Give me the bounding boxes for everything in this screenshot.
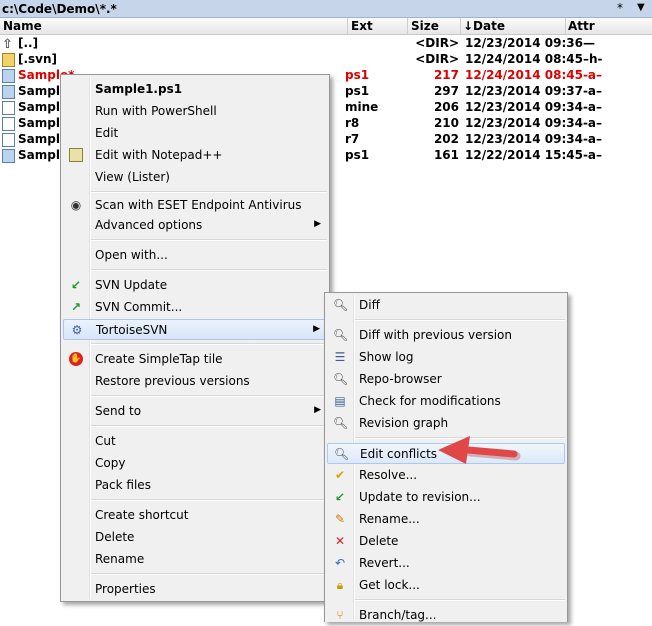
column-ext[interactable]: Ext xyxy=(351,19,373,33)
ps1-file-icon xyxy=(2,149,15,163)
update-revision-icon: ↙ xyxy=(334,490,346,504)
menu-item-properties[interactable]: Properties xyxy=(63,579,327,600)
submenu-arrow-icon: ▶ xyxy=(314,405,321,415)
filter-star[interactable]: * xyxy=(617,1,623,15)
menu-item-advanced-options[interactable]: Advanced options ▶ xyxy=(63,215,327,236)
menu-item-rename[interactable]: Rename xyxy=(63,549,327,570)
annotation-arrow-icon xyxy=(438,436,521,464)
menu-item-create-shortcut[interactable]: Create shortcut xyxy=(63,505,327,526)
column-header: Name Ext Size ↓Date Attr xyxy=(0,18,652,35)
submenu-item-show-log[interactable]: ☰ Show log xyxy=(327,347,565,368)
submenu-item-branch-tag[interactable]: ⑂ Branch/tag... xyxy=(327,605,565,626)
menu-item-send-to[interactable]: Send to ▶ xyxy=(63,401,327,422)
submenu-arrow-icon: ▶ xyxy=(313,324,320,334)
submenu-item-diff[interactable]: 🔍︎ Diff xyxy=(327,295,565,316)
rename-icon: ✎ xyxy=(334,512,346,526)
current-path: c:\Code\Demo\*.* xyxy=(2,2,117,16)
menu-item-eset-scan[interactable]: ◉ Scan with ESET Endpoint Antivirus xyxy=(63,195,327,216)
submenu-item-repo-browser[interactable]: 🔍︎ Repo-browser xyxy=(327,369,565,390)
submenu-item-get-lock[interactable]: 🔒︎ Get lock... xyxy=(327,575,565,596)
menu-item-filename[interactable]: Sample1.ps1 xyxy=(63,79,327,100)
path-bar[interactable]: c:\Code\Demo\*.* * ▼ xyxy=(0,0,652,18)
ps1-file-icon xyxy=(2,69,15,83)
revision-graph-icon: 🔍︎ xyxy=(333,416,349,430)
revert-icon: ↶ xyxy=(334,556,346,570)
svn-commit-icon: ↗ xyxy=(70,300,82,314)
file-icon xyxy=(2,117,15,131)
submenu-item-delete[interactable]: ✕ Delete xyxy=(327,531,565,552)
submenu-item-check-modifications[interactable]: ▤ Check for modifications xyxy=(327,391,565,412)
menu-item-svn-commit[interactable]: ↗ SVN Commit... xyxy=(63,297,327,318)
submenu-item-revert[interactable]: ↶ Revert... xyxy=(327,553,565,574)
column-size[interactable]: Size xyxy=(411,19,439,33)
menu-item-run-powershell[interactable]: Run with PowerShell xyxy=(63,101,327,122)
menu-item-edit[interactable]: Edit xyxy=(63,123,327,144)
lock-icon: 🔒︎ xyxy=(336,578,344,592)
menu-item-delete[interactable]: Delete xyxy=(63,527,327,548)
submenu-item-update-revision[interactable]: ↙ Update to revision... xyxy=(327,487,565,508)
repo-browser-icon: 🔍︎ xyxy=(333,372,349,386)
menu-item-tortoisesvn[interactable]: ⚙ TortoiseSVN ▶ xyxy=(63,319,327,340)
tortoise-icon: ⚙ xyxy=(71,323,83,337)
notepad-icon xyxy=(69,148,83,162)
check-mod-icon: ▤ xyxy=(334,394,346,408)
history-dropdown-icon[interactable]: ▼ xyxy=(637,2,645,13)
resolve-icon: ✔ xyxy=(334,468,346,482)
up-arrow-icon: ⇧ xyxy=(2,37,13,52)
menu-item-pack-files[interactable]: Pack files xyxy=(63,475,327,496)
file-row[interactable]: [.svn] <DIR> 12/24/2014 08:45–h- xyxy=(0,52,652,68)
submenu-item-diff-previous[interactable]: 🔍︎ Diff with previous version xyxy=(327,325,565,346)
diff-prev-icon: 🔍︎ xyxy=(333,328,349,342)
context-menu: Sample1.ps1 Run with PowerShell Edit Edi… xyxy=(60,74,330,602)
menu-item-simpletap[interactable]: ✋ Create SimpleTap tile xyxy=(63,349,327,370)
file-icon xyxy=(2,101,15,115)
column-date[interactable]: ↓Date xyxy=(463,19,505,33)
submenu-arrow-icon: ▶ xyxy=(314,219,321,229)
menu-item-copy[interactable]: Copy xyxy=(63,453,327,474)
menu-item-svn-update[interactable]: ↙ SVN Update xyxy=(63,275,327,296)
menu-item-restore-versions[interactable]: Restore previous versions xyxy=(63,371,327,392)
menu-item-edit-notepad[interactable]: Edit with Notepad++ xyxy=(63,145,327,166)
edit-conflicts-icon: 🔍︎ xyxy=(334,447,350,461)
ps1-file-icon xyxy=(2,85,15,99)
menu-item-cut[interactable]: Cut xyxy=(63,431,327,452)
menu-item-open-with[interactable]: Open with... xyxy=(63,245,327,266)
svn-update-icon: ↙ xyxy=(70,278,82,292)
file-row[interactable]: ⇧ [..] <DIR> 12/23/2014 09:36— xyxy=(0,36,652,52)
eset-icon: ◉ xyxy=(70,198,82,212)
submenu-item-rename[interactable]: ✎ Rename... xyxy=(327,509,565,530)
menu-item-view-lister[interactable]: View (Lister) xyxy=(63,167,327,188)
column-name[interactable]: Name xyxy=(3,19,42,33)
svn-folder-icon xyxy=(2,53,15,67)
log-icon: ☰ xyxy=(334,350,346,364)
delete-icon: ✕ xyxy=(334,534,346,548)
diff-icon: 🔍︎ xyxy=(333,298,349,312)
file-icon xyxy=(2,133,15,147)
column-attr[interactable]: Attr xyxy=(568,19,595,33)
simpletap-icon: ✋ xyxy=(69,352,83,366)
